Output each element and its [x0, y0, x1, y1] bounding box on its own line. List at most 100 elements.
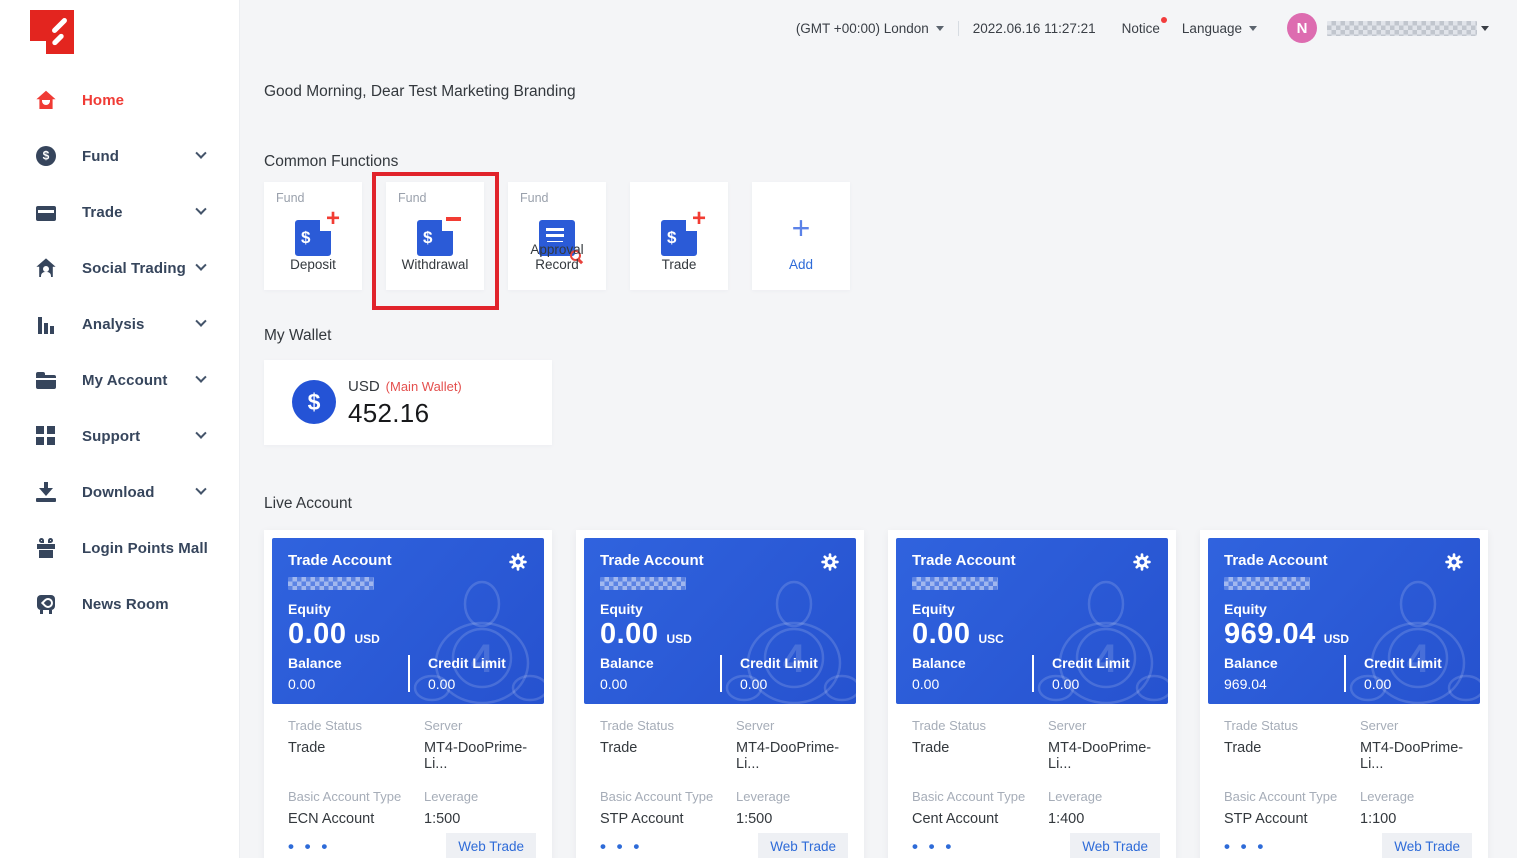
- balance-value: 969.04: [1224, 676, 1344, 692]
- function-card-deposit[interactable]: Fund $+ Deposit: [264, 182, 362, 290]
- sidebar-item-analysis[interactable]: Analysis: [0, 296, 239, 352]
- server-label: Server: [1048, 718, 1152, 733]
- home-icon: [36, 90, 56, 110]
- logo-slash: [51, 33, 64, 46]
- trade-status-value: Trade: [600, 740, 736, 756]
- chevron-down-icon: [195, 148, 206, 159]
- sidebar-item-label: Trade: [82, 204, 123, 221]
- account-type-value: STP Account: [1224, 811, 1360, 827]
- section-title-live-account: Live Account: [264, 495, 352, 513]
- plus-badge-icon: +: [326, 207, 340, 231]
- equity-label: Equity: [600, 601, 840, 617]
- web-trade-button[interactable]: Web Trade: [758, 833, 848, 858]
- leverage-label: Leverage: [424, 789, 528, 804]
- account-type-label: Basic Account Type: [288, 789, 424, 804]
- gear-icon[interactable]: [1444, 552, 1464, 572]
- server-value: MT4-DooPrime-Li...: [736, 740, 840, 772]
- wallet-type-label: (Main Wallet): [386, 379, 462, 394]
- credit-limit-label: Credit Limit: [1052, 655, 1152, 671]
- leverage-value: 1:100: [1360, 811, 1464, 827]
- wallet-card[interactable]: $ USD(Main Wallet) 452.16: [264, 360, 552, 445]
- gear-icon[interactable]: [508, 552, 528, 572]
- leverage-value: 1:500: [736, 811, 840, 827]
- add-icon: +: [752, 212, 850, 244]
- chevron-down-icon: [195, 204, 206, 215]
- trade-status-value: Trade: [912, 740, 1048, 756]
- avatar[interactable]: N: [1287, 13, 1317, 43]
- account-number-redacted: [600, 577, 686, 590]
- balance-value: 0.00: [288, 676, 408, 692]
- more-actions-button[interactable]: • • •: [288, 837, 330, 857]
- sidebar-item-news-room[interactable]: News Room: [0, 576, 239, 632]
- function-label: Withdrawal: [386, 257, 484, 272]
- gear-icon[interactable]: [1132, 552, 1152, 572]
- balance-label: Balance: [288, 655, 408, 671]
- web-trade-button[interactable]: Web Trade: [1070, 833, 1160, 858]
- common-functions-row: Fund $+ Deposit Fund $ Withdrawal Fund A…: [264, 182, 850, 290]
- credit-limit-value: 0.00: [428, 676, 528, 692]
- sidebar-item-label: My Account: [82, 372, 167, 389]
- balance-value: 0.00: [912, 676, 1032, 692]
- balance-label: Balance: [912, 655, 1032, 671]
- equity-value: 969.04: [1224, 618, 1316, 650]
- function-card-add[interactable]: + Add: [752, 182, 850, 290]
- chevron-down-icon: [195, 316, 206, 327]
- more-actions-button[interactable]: • • •: [600, 837, 642, 857]
- live-account-row: Trade Account Equity 0.00USD Balance0.00…: [264, 530, 1488, 858]
- equity-label: Equity: [288, 601, 528, 617]
- sidebar-item-download[interactable]: Download: [0, 464, 239, 520]
- trade-status-label: Trade Status: [288, 718, 424, 733]
- sidebar-nav: Home Fund Trade Social Trading Analysis: [0, 72, 239, 632]
- equity-currency: USC: [978, 632, 1003, 646]
- trade-status-value: Trade: [288, 740, 424, 756]
- download-icon: [36, 482, 56, 502]
- function-category: Fund: [276, 191, 305, 205]
- credit-limit-value: 0.00: [740, 676, 840, 692]
- sidebar-item-home[interactable]: Home: [0, 72, 239, 128]
- sidebar-item-fund[interactable]: Fund: [0, 128, 239, 184]
- function-category: Fund: [398, 191, 427, 205]
- sidebar-item-trade[interactable]: Trade: [0, 184, 239, 240]
- credit-limit-label: Credit Limit: [428, 655, 528, 671]
- account-card-header: Trade Account Equity 0.00USC Balance0.00…: [896, 538, 1168, 704]
- user-menu-caret-icon[interactable]: [1481, 26, 1489, 31]
- function-card-approval-record[interactable]: Fund Approval Record: [508, 182, 606, 290]
- leverage-value: 1:400: [1048, 811, 1152, 827]
- chevron-down-icon: [195, 484, 206, 495]
- function-card-trade[interactable]: $+ Trade: [630, 182, 728, 290]
- section-title-my-wallet: My Wallet: [264, 327, 331, 345]
- account-number-redacted: [1224, 577, 1310, 590]
- topbar: (GMT +00:00) London 2022.06.16 11:27:21 …: [796, 0, 1517, 56]
- sidebar-item-label: News Room: [82, 596, 169, 613]
- sidebar-item-login-points-mall[interactable]: Login Points Mall: [0, 520, 239, 576]
- web-trade-button[interactable]: Web Trade: [1382, 833, 1472, 858]
- doo-prime-logo[interactable]: [30, 10, 74, 54]
- gear-icon[interactable]: [820, 552, 840, 572]
- credit-limit-value: 0.00: [1364, 676, 1464, 692]
- withdrawal-icon: $: [417, 220, 453, 256]
- equity-value: 0.00: [288, 618, 346, 650]
- account-card-header: Trade Account Equity 0.00USD Balance0.00…: [584, 538, 856, 704]
- more-actions-button[interactable]: • • •: [1224, 837, 1266, 857]
- support-icon: [36, 426, 56, 446]
- web-trade-button[interactable]: Web Trade: [446, 833, 536, 858]
- sidebar-item-support[interactable]: Support: [0, 408, 239, 464]
- function-card-withdrawal[interactable]: Fund $ Withdrawal: [386, 182, 484, 290]
- sidebar-item-social-trading[interactable]: Social Trading: [0, 240, 239, 296]
- more-actions-button[interactable]: • • •: [912, 837, 954, 857]
- fund-icon: [36, 146, 56, 166]
- trade-dollar-icon: $+: [661, 220, 697, 256]
- account-type-label: Basic Account Type: [912, 789, 1048, 804]
- function-label: Add: [752, 257, 850, 272]
- server-label: Server: [424, 718, 528, 733]
- language-selector[interactable]: Language: [1182, 21, 1257, 36]
- sidebar: Home Fund Trade Social Trading Analysis: [0, 0, 240, 858]
- wallet-currency: USD(Main Wallet): [348, 378, 462, 395]
- notice-link[interactable]: Notice: [1122, 21, 1160, 36]
- main-content: (GMT +00:00) London 2022.06.16 11:27:21 …: [240, 0, 1517, 858]
- sidebar-item-label: Support: [82, 428, 140, 445]
- timezone-selector[interactable]: (GMT +00:00) London: [796, 21, 944, 36]
- sidebar-item-my-account[interactable]: My Account: [0, 352, 239, 408]
- news-room-icon: [36, 594, 56, 614]
- leverage-value: 1:500: [424, 811, 528, 827]
